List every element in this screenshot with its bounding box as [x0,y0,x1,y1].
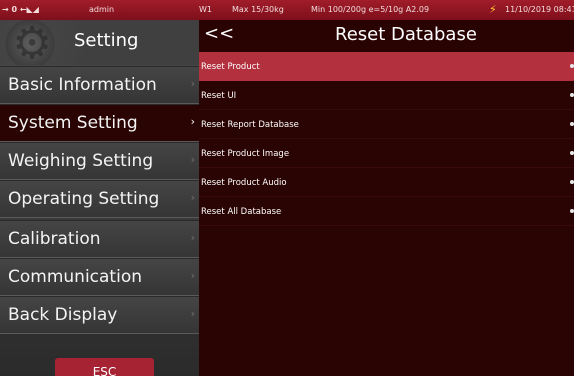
sidebar-item-label: Operating Setting [8,189,160,209]
radio-dot-icon [570,209,574,213]
sidebar-item-label: Weighing Setting [8,151,154,171]
sidebar-item-label: Back Display [8,305,118,325]
chevron-right-icon: › [190,153,195,166]
chevron-right-icon: › [190,231,195,244]
datetime: 11/10/2019 08:41 [505,5,574,14]
status-bar: → 0 ←◣◢ admin W1 Max 15/30kg Min 100/200… [0,0,574,20]
sidebar-item-basic-information[interactable]: Basic Information › [0,66,199,104]
sidebar-item-communication[interactable]: Communication › [0,258,199,296]
chevron-right-icon: › [190,115,195,128]
row-label: Reset Report Database [201,120,299,130]
reset-report-database-row[interactable]: Reset Report Database [199,110,574,139]
sidebar-item-label: Communication [8,267,142,287]
radio-dot-icon [570,122,574,126]
row-label: Reset All Database [201,207,282,217]
esc-button[interactable]: ESC [55,358,154,376]
sidebar-item-weighing-setting[interactable]: Weighing Setting › [0,142,199,180]
connection-status-icons: → 0 ←◣◢ [2,5,39,14]
scale-id: W1 [199,5,212,14]
sidebar-item-label: System Setting [8,113,138,133]
sidebar-item-system-setting[interactable]: System Setting › [0,104,199,142]
sidebar-header: ⚙ Setting [0,18,199,69]
reset-ui-row[interactable]: Reset UI [199,81,574,110]
chevron-right-icon: › [190,77,195,90]
reset-database-panel: << Reset Database Reset Product Reset UI… [199,20,574,376]
reset-product-row[interactable]: Reset Product [199,52,574,81]
min-capacity: Min 100/200g e=5/10g A2.09 [311,5,430,14]
sidebar-item-label: Basic Information [8,75,157,95]
gear-icon: ⚙ [12,18,52,69]
reset-product-image-row[interactable]: Reset Product Image [199,139,574,168]
reset-all-database-row[interactable]: Reset All Database [199,197,574,226]
radio-dot-icon [570,64,574,68]
row-label: Reset UI [201,91,237,101]
chevron-right-icon: › [190,269,195,282]
radio-dot-icon [570,93,574,97]
page-title: Reset Database [335,24,477,45]
reset-product-audio-row[interactable]: Reset Product Audio [199,168,574,197]
radio-dot-icon [570,151,574,155]
back-button[interactable]: << [204,23,234,44]
sidebar-item-label: Calibration [8,229,101,249]
current-user: admin [89,5,115,14]
sidebar-item-back-display[interactable]: Back Display › [0,296,199,334]
row-label: Reset Product Image [201,149,290,159]
chevron-right-icon: › [190,307,195,320]
max-capacity: Max 15/30kg [232,5,284,14]
sidebar-title: Setting [74,30,139,51]
radio-dot-icon [570,180,574,184]
settings-sidebar: ⚙ Setting Basic Information › System Set… [0,20,199,376]
chevron-right-icon: › [190,191,195,204]
panel-header: << Reset Database [199,20,574,52]
bolt-icon: ⚡ [489,3,497,16]
sidebar-item-calibration[interactable]: Calibration › [0,220,199,258]
sidebar-item-operating-setting[interactable]: Operating Setting › [0,180,199,218]
row-label: Reset Product Audio [201,178,287,188]
row-label: Reset Product [201,62,260,72]
